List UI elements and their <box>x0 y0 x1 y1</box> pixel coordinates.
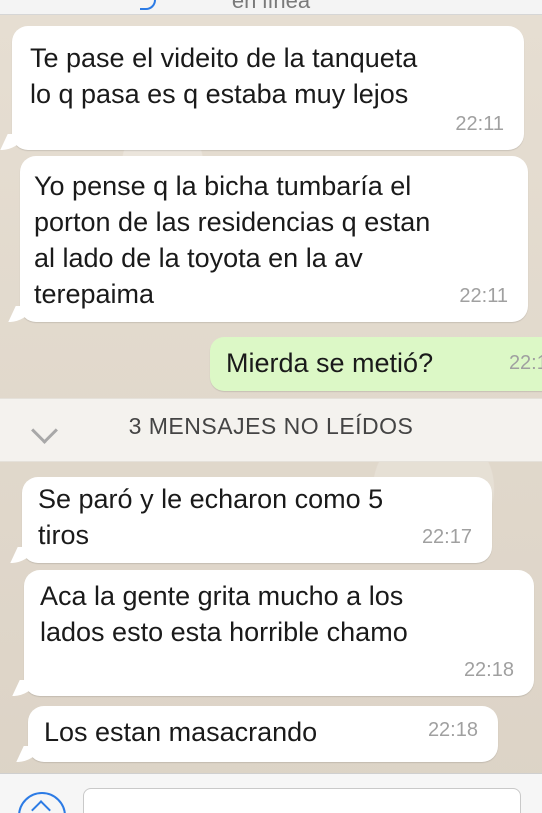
message-text-line: porton de las residencias q estan <box>34 207 431 237</box>
message-time: 22:17 <box>421 526 472 548</box>
message-bubble[interactable]: Aca la gente grita mucho a los lados est… <box>24 570 534 696</box>
message-text-line: terepaima <box>34 279 155 309</box>
contact-status: en línea <box>231 0 311 13</box>
message-text-line: lados esto esta horrible chamo <box>40 617 408 647</box>
unread-messages-label: 3 MENSAJES NO LEÍDOS <box>128 413 414 439</box>
message-text-line: lo q pasa es q estaba muy lejos <box>30 79 409 109</box>
message-composer <box>0 773 542 813</box>
message-bubble[interactable]: Los estan masacrando 22:18 <box>28 706 498 762</box>
message-text-line: Los estan masacrando <box>44 717 318 747</box>
message-text-line: Yo pense q la bicha tumbaría el <box>34 171 412 201</box>
message-text-line: Te pase el videito de la tanqueta <box>30 43 418 73</box>
message-text-line: Se paró y le echaron como 5 <box>38 484 384 514</box>
message-text-line: tiros <box>38 520 90 550</box>
message-time: 22:17 <box>508 352 542 374</box>
attach-upload-icon[interactable] <box>18 792 66 813</box>
message-text-line: Aca la gente grita mucho a los <box>40 581 404 611</box>
message-time: 22:11 <box>455 113 504 135</box>
message-bubble[interactable]: Yo pense q la bicha tumbaría el porton d… <box>20 156 528 322</box>
unread-messages-divider: 3 MENSAJES NO LEÍDOS <box>0 398 542 462</box>
message-time: 22:11 <box>459 285 508 307</box>
message-time: 22:18 <box>463 659 514 681</box>
message-text-line: al lado de la toyota en la av <box>34 243 363 273</box>
message-bubble[interactable]: Te pase el videito de la tanqueta lo q p… <box>12 26 524 150</box>
chat-header: en línea <box>0 0 542 15</box>
message-text-line: Mierda se metió? <box>226 348 434 378</box>
message-bubble-outgoing[interactable]: Mierda se metió? 22:17 <box>210 337 542 391</box>
message-time: 22:18 <box>427 719 478 741</box>
message-bubble[interactable]: Se paró y le echaron como 5 tiros 22:17 <box>22 477 492 563</box>
message-input[interactable] <box>83 788 521 813</box>
